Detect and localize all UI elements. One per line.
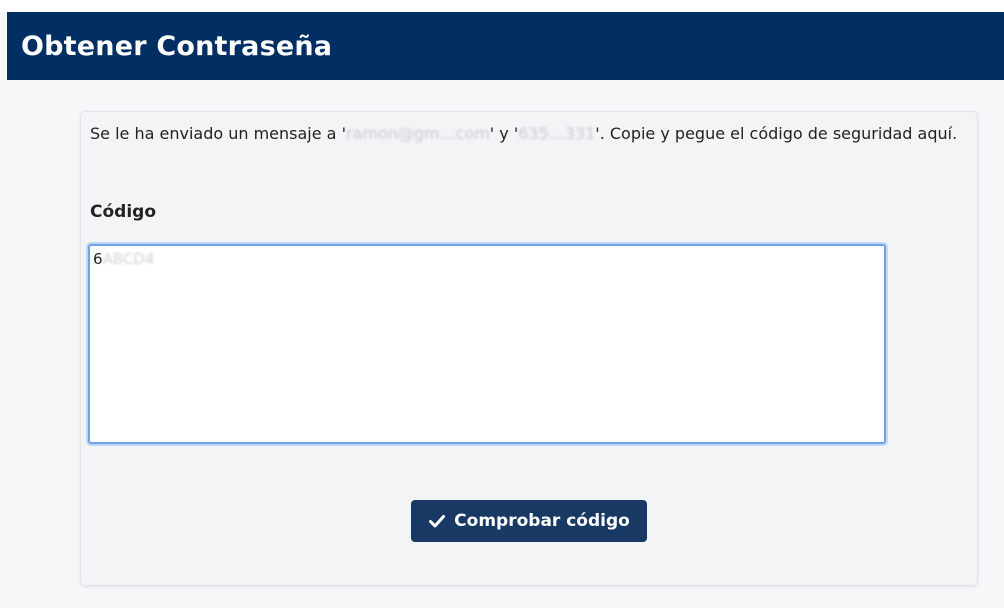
page: Obtener Contraseña Se le ha enviado un m…: [0, 0, 1004, 608]
code-label: Código: [90, 202, 156, 222]
check-icon: [428, 512, 446, 530]
top-strip: [0, 0, 1004, 12]
message-suffix: '. Copie y pegue el código de seguridad …: [595, 124, 958, 143]
redacted-email: ramon@gm…com: [345, 124, 490, 143]
instruction-message: Se le ha enviado un mensaje a 'ramon@gm……: [90, 122, 960, 146]
security-code-value: 6ABCD4: [93, 250, 154, 268]
message-middle: ' y ': [489, 124, 519, 143]
code-redacted-chars: ABCD4: [102, 250, 155, 268]
security-code-textarea[interactable]: 6ABCD4: [88, 244, 886, 444]
page-title: Obtener Contraseña: [21, 30, 333, 62]
code-visible-char: 6: [93, 250, 103, 268]
redacted-phone: 635…331: [518, 124, 596, 143]
code-verification-card: Se le ha enviado un mensaje a 'ramon@gm……: [80, 111, 978, 586]
check-code-button-label: Comprobar código: [454, 511, 630, 531]
check-code-button[interactable]: Comprobar código: [411, 500, 647, 542]
message-prefix: Se le ha enviado un mensaje a ': [90, 124, 346, 143]
header-bar: Obtener Contraseña: [7, 12, 1004, 80]
